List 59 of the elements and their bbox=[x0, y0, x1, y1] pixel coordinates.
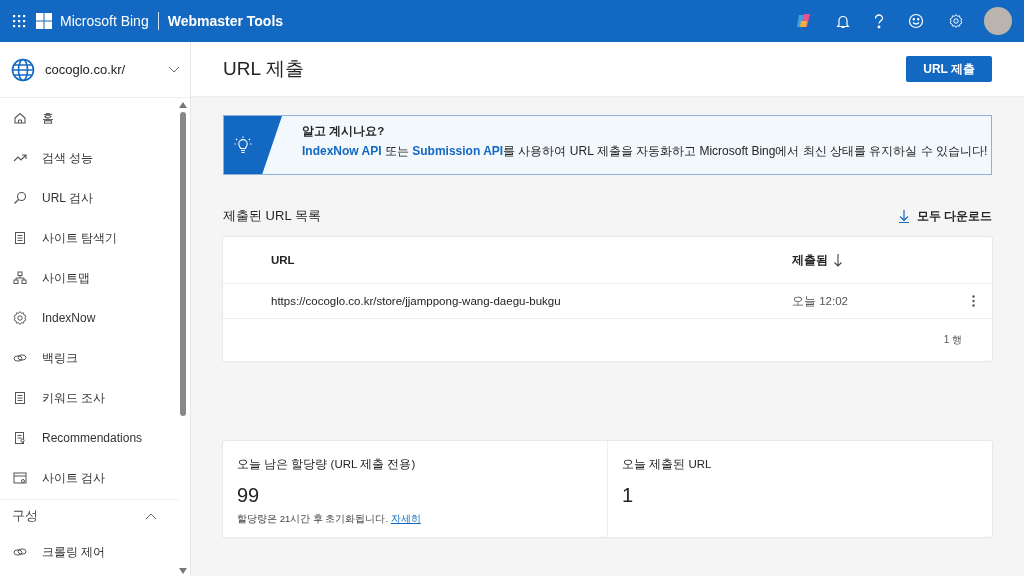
stat-value: 99 bbox=[237, 484, 261, 507]
scroll-down-icon[interactable] bbox=[179, 568, 187, 574]
colorful-logo-icon[interactable] bbox=[796, 12, 812, 30]
nav-item[interactable]: URL 검사 bbox=[0, 178, 179, 218]
window-icon bbox=[12, 470, 28, 486]
nav-item[interactable]: 홈 bbox=[0, 98, 179, 138]
column-header[interactable]: 제출됨 bbox=[792, 252, 972, 268]
site-selector[interactable]: cocoglo.co.kr/ bbox=[0, 42, 190, 98]
nav-item[interactable]: 사이트 탐색기 bbox=[0, 218, 179, 258]
globe-icon bbox=[11, 57, 35, 82]
nav-item[interactable]: Recommendations bbox=[0, 418, 179, 458]
more-options-icon[interactable] bbox=[972, 295, 975, 307]
column-header[interactable]: URL bbox=[271, 254, 792, 266]
nav-item[interactable]: 검색 성능 bbox=[0, 138, 179, 178]
search-icon bbox=[12, 190, 28, 206]
section-header[interactable]: 구성 bbox=[0, 499, 179, 532]
document-icon bbox=[12, 230, 28, 246]
url-cell-text: https://cocoglo.co.kr/store/jjamppong-wang-daegu-bukgu bbox=[271, 295, 562, 307]
api-link[interactable]: Submission API bbox=[412, 144, 504, 158]
nav-item[interactable]: 키워드 조사 bbox=[0, 378, 179, 418]
download-all-button[interactable]: 모두 다운로드 bbox=[898, 208, 992, 224]
banner-title: 알고 계시나요? bbox=[302, 124, 386, 139]
scroll-up-icon[interactable] bbox=[179, 102, 187, 108]
nav-item[interactable]: 사이트 검사 bbox=[0, 458, 179, 498]
stat-note: 할당량은 21시간 후 초기화됩니다. bbox=[237, 513, 390, 524]
time-cell-text: 오늘 12:02 bbox=[792, 293, 849, 309]
nav-item[interactable]: 크롤링 제어 bbox=[0, 532, 179, 572]
chevron-down-icon bbox=[168, 66, 180, 73]
section-title: 제출된 URL 목록 bbox=[223, 207, 321, 225]
document-icon bbox=[12, 390, 28, 406]
help-icon[interactable] bbox=[874, 13, 884, 29]
stat-value: 1 bbox=[622, 484, 635, 507]
sort-arrow-icon bbox=[834, 253, 842, 267]
app-launcher-icon[interactable] bbox=[12, 14, 26, 28]
settings-icon[interactable] bbox=[948, 13, 964, 29]
nav-item[interactable]: IndexNow bbox=[0, 298, 179, 338]
windows-logo-icon bbox=[36, 13, 52, 29]
product-name: Webmaster Tools bbox=[167, 13, 284, 29]
row-count: 1 행 bbox=[943, 333, 962, 347]
home-icon bbox=[12, 110, 28, 126]
scrollbar-thumb[interactable] bbox=[180, 112, 186, 416]
brand-name: Microsoft Bing bbox=[60, 13, 149, 29]
submit-url-button[interactable]: URL 제출 bbox=[906, 56, 992, 82]
lightbulb-icon bbox=[234, 136, 252, 154]
sitemap-icon bbox=[12, 270, 28, 286]
nav-item[interactable]: 사이트맵 bbox=[0, 258, 179, 298]
bell-icon[interactable] bbox=[836, 13, 850, 29]
api-link[interactable]: IndexNow API bbox=[302, 144, 382, 158]
nav-item[interactable]: 백링크 bbox=[0, 338, 179, 378]
gear-icon bbox=[12, 310, 28, 326]
banner-message: IndexNow API 또는 Submission API를 사용하여 URL 제출을 자동화하고 Microsoft Bing에서 최신 상태를 유지하실 수 있습니다! bbox=[302, 144, 988, 158]
document-search-icon bbox=[12, 430, 28, 446]
stat-label: 오늘 제출된 URL bbox=[622, 457, 713, 472]
smiley-icon[interactable] bbox=[908, 13, 924, 29]
avatar[interactable] bbox=[984, 7, 1012, 35]
stat-label: 오늘 남은 할당량 (URL 제출 전용) bbox=[237, 457, 417, 472]
learn-more-link[interactable]: 자세히 bbox=[390, 513, 421, 524]
download-icon bbox=[898, 209, 909, 223]
page-title: URL 제출 bbox=[223, 57, 304, 81]
